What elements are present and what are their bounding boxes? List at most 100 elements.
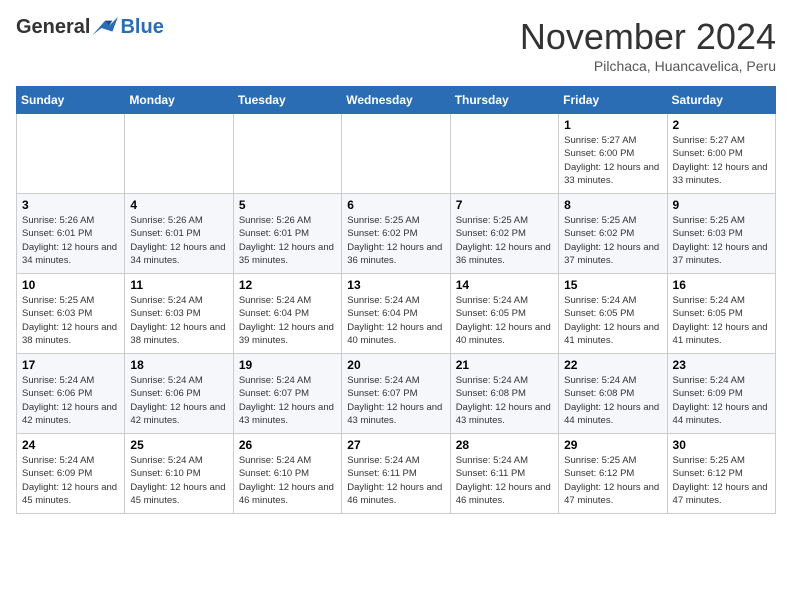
day-info: Sunrise: 5:24 AM Sunset: 6:09 PM Dayligh… [22, 454, 119, 507]
calendar-day-cell: 12 Sunrise: 5:24 AM Sunset: 6:04 PM Dayli… [233, 274, 341, 354]
calendar-week-row: 17 Sunrise: 5:24 AM Sunset: 6:06 PM Dayli… [17, 354, 776, 434]
day-number: 4 [130, 198, 227, 212]
day-of-week-header: Tuesday [233, 87, 341, 114]
day-info: Sunrise: 5:24 AM Sunset: 6:06 PM Dayligh… [22, 374, 119, 427]
calendar-day-cell: 19 Sunrise: 5:24 AM Sunset: 6:07 PM Dayli… [233, 354, 341, 434]
calendar-week-row: 1Sunrise: 5:27 AM Sunset: 6:00 PM Daylig… [17, 114, 776, 194]
calendar-day-cell: 11Sunrise: 5:24 AM Sunset: 6:03 PM Dayli… [125, 274, 233, 354]
day-info: Sunrise: 5:27 AM Sunset: 6:00 PM Dayligh… [673, 134, 770, 187]
day-info: Sunrise: 5:26 AM Sunset: 6:01 PM Dayligh… [22, 214, 119, 267]
day-number: 14 [456, 278, 553, 292]
day-of-week-header: Friday [559, 87, 667, 114]
day-info: Sunrise: 5:24 AM Sunset: 6:10 PM Dayligh… [239, 454, 336, 507]
day-info: Sunrise: 5:25 AM Sunset: 6:02 PM Dayligh… [456, 214, 553, 267]
title-block: November 2024 Pilchaca, Huancavelica, Pe… [520, 16, 776, 74]
day-info: Sunrise: 5:24 AM Sunset: 6:08 PM Dayligh… [564, 374, 661, 427]
day-number: 21 [456, 358, 553, 372]
day-number: 12 [239, 278, 336, 292]
calendar-day-cell [125, 114, 233, 194]
day-number: 26 [239, 438, 336, 452]
calendar-week-row: 10 Sunrise: 5:25 AM Sunset: 6:03 PM Dayli… [17, 274, 776, 354]
day-number: 23 [673, 358, 770, 372]
calendar-day-cell: 4 Sunrise: 5:26 AM Sunset: 6:01 PM Daylig… [125, 194, 233, 274]
calendar-day-cell: 1Sunrise: 5:27 AM Sunset: 6:00 PM Daylig… [559, 114, 667, 194]
day-info: Sunrise: 5:24 AM Sunset: 6:07 PM Dayligh… [239, 374, 336, 427]
calendar-day-cell: 13Sunrise: 5:24 AM Sunset: 6:04 PM Dayli… [342, 274, 450, 354]
calendar-day-cell: 8 Sunrise: 5:25 AM Sunset: 6:02 PM Daylig… [559, 194, 667, 274]
day-info: Sunrise: 5:24 AM Sunset: 6:07 PM Dayligh… [347, 374, 444, 427]
day-number: 10 [22, 278, 119, 292]
logo: General Blue [16, 16, 164, 39]
calendar-day-cell: 22 Sunrise: 5:24 AM Sunset: 6:08 PM Dayli… [559, 354, 667, 434]
calendar-week-row: 24 Sunrise: 5:24 AM Sunset: 6:09 PM Dayli… [17, 434, 776, 514]
day-info: Sunrise: 5:24 AM Sunset: 6:08 PM Dayligh… [456, 374, 553, 427]
day-number: 2 [673, 118, 770, 132]
calendar-day-cell: 21 Sunrise: 5:24 AM Sunset: 6:08 PM Dayli… [450, 354, 558, 434]
day-number: 22 [564, 358, 661, 372]
calendar-day-cell: 26 Sunrise: 5:24 AM Sunset: 6:10 PM Dayli… [233, 434, 341, 514]
day-info: Sunrise: 5:25 AM Sunset: 6:03 PM Dayligh… [673, 214, 770, 267]
day-number: 29 [564, 438, 661, 452]
day-info: Sunrise: 5:24 AM Sunset: 6:04 PM Dayligh… [239, 294, 336, 347]
day-info: Sunrise: 5:24 AM Sunset: 6:11 PM Dayligh… [456, 454, 553, 507]
day-number: 30 [673, 438, 770, 452]
calendar-day-cell: 23 Sunrise: 5:24 AM Sunset: 6:09 PM Dayli… [667, 354, 775, 434]
calendar-day-cell: 9Sunrise: 5:25 AM Sunset: 6:03 PM Daylig… [667, 194, 775, 274]
calendar-day-cell: 14 Sunrise: 5:24 AM Sunset: 6:05 PM Dayli… [450, 274, 558, 354]
calendar-day-cell: 24 Sunrise: 5:24 AM Sunset: 6:09 PM Dayli… [17, 434, 125, 514]
day-info: Sunrise: 5:24 AM Sunset: 6:04 PM Dayligh… [347, 294, 444, 347]
day-of-week-header: Sunday [17, 87, 125, 114]
calendar-day-cell: 6 Sunrise: 5:25 AM Sunset: 6:02 PM Daylig… [342, 194, 450, 274]
calendar-day-cell: 16Sunrise: 5:24 AM Sunset: 6:05 PM Dayli… [667, 274, 775, 354]
calendar-day-cell [233, 114, 341, 194]
calendar-day-cell: 18 Sunrise: 5:24 AM Sunset: 6:06 PM Dayli… [125, 354, 233, 434]
calendar-day-cell: 29Sunrise: 5:25 AM Sunset: 6:12 PM Dayli… [559, 434, 667, 514]
day-number: 27 [347, 438, 444, 452]
calendar-week-row: 3 Sunrise: 5:26 AM Sunset: 6:01 PM Daylig… [17, 194, 776, 274]
day-info: Sunrise: 5:24 AM Sunset: 6:06 PM Dayligh… [130, 374, 227, 427]
day-info: Sunrise: 5:26 AM Sunset: 6:01 PM Dayligh… [239, 214, 336, 267]
day-info: Sunrise: 5:25 AM Sunset: 6:03 PM Dayligh… [22, 294, 119, 347]
day-number: 20 [347, 358, 444, 372]
calendar-day-cell: 28 Sunrise: 5:24 AM Sunset: 6:11 PM Dayli… [450, 434, 558, 514]
day-number: 28 [456, 438, 553, 452]
calendar-day-cell: 5 Sunrise: 5:26 AM Sunset: 6:01 PM Daylig… [233, 194, 341, 274]
calendar-day-cell: 27Sunrise: 5:24 AM Sunset: 6:11 PM Dayli… [342, 434, 450, 514]
calendar-day-cell: 17 Sunrise: 5:24 AM Sunset: 6:06 PM Dayli… [17, 354, 125, 434]
month-title: November 2024 [520, 16, 776, 58]
day-of-week-header: Thursday [450, 87, 558, 114]
logo-blue-text: Blue [120, 16, 163, 39]
day-of-week-header: Saturday [667, 87, 775, 114]
day-number: 25 [130, 438, 227, 452]
day-info: Sunrise: 5:25 AM Sunset: 6:02 PM Dayligh… [564, 214, 661, 267]
day-info: Sunrise: 5:24 AM Sunset: 6:10 PM Dayligh… [130, 454, 227, 507]
day-info: Sunrise: 5:24 AM Sunset: 6:05 PM Dayligh… [456, 294, 553, 347]
calendar-day-cell [450, 114, 558, 194]
location-subtitle: Pilchaca, Huancavelica, Peru [520, 58, 776, 74]
day-number: 15 [564, 278, 661, 292]
day-of-week-header: Monday [125, 87, 233, 114]
day-number: 8 [564, 198, 661, 212]
day-number: 3 [22, 198, 119, 212]
calendar-day-cell: 3 Sunrise: 5:26 AM Sunset: 6:01 PM Daylig… [17, 194, 125, 274]
day-info: Sunrise: 5:25 AM Sunset: 6:02 PM Dayligh… [347, 214, 444, 267]
calendar-header-row: SundayMondayTuesdayWednesdayThursdayFrid… [17, 87, 776, 114]
day-number: 18 [130, 358, 227, 372]
day-info: Sunrise: 5:24 AM Sunset: 6:05 PM Dayligh… [673, 294, 770, 347]
day-info: Sunrise: 5:26 AM Sunset: 6:01 PM Dayligh… [130, 214, 227, 267]
day-info: Sunrise: 5:27 AM Sunset: 6:00 PM Dayligh… [564, 134, 661, 187]
day-number: 5 [239, 198, 336, 212]
page-header: General Blue November 2024 Pilchaca, Hua… [16, 16, 776, 74]
day-number: 24 [22, 438, 119, 452]
calendar-day-cell: 25 Sunrise: 5:24 AM Sunset: 6:10 PM Dayli… [125, 434, 233, 514]
day-number: 17 [22, 358, 119, 372]
calendar-day-cell [17, 114, 125, 194]
day-info: Sunrise: 5:24 AM Sunset: 6:05 PM Dayligh… [564, 294, 661, 347]
calendar-day-cell [342, 114, 450, 194]
logo-general-text: General [16, 16, 90, 39]
day-number: 7 [456, 198, 553, 212]
day-info: Sunrise: 5:24 AM Sunset: 6:09 PM Dayligh… [673, 374, 770, 427]
day-info: Sunrise: 5:24 AM Sunset: 6:03 PM Dayligh… [130, 294, 227, 347]
day-number: 6 [347, 198, 444, 212]
day-number: 19 [239, 358, 336, 372]
